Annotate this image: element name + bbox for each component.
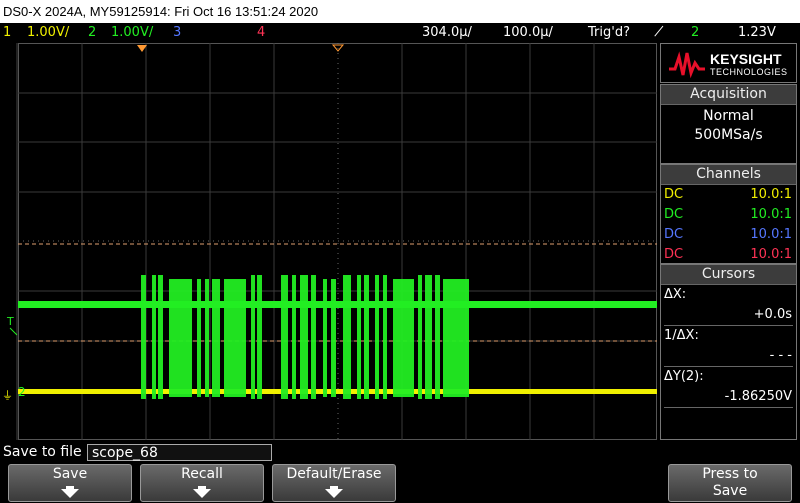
down-arrow-icon xyxy=(325,489,343,498)
trigger-level-marker: T xyxy=(6,315,14,328)
save-to-file-label: Save to file = xyxy=(3,444,98,460)
channel-row-4[interactable]: DC 10.0:1 xyxy=(661,245,796,265)
sample-rate: 500MSa/s xyxy=(694,127,763,143)
keysight-logo: KEYSIGHT TECHNOLOGIES xyxy=(660,43,797,83)
window-title: DS0-X 2024A, MY59125914: Fri Oct 16 13:5… xyxy=(0,0,800,23)
ch1-trace xyxy=(18,389,657,394)
dx-label: ΔX: xyxy=(664,287,687,302)
trigger-level[interactable]: 1.23V xyxy=(738,23,776,43)
status-bar: 1 1.00V/ 2 1.00V/ 3 4 304.0µ/ 100.0µ/ Tr… xyxy=(0,23,800,43)
save-softkey[interactable]: Save xyxy=(8,464,132,502)
acquisition-mode: Normal xyxy=(703,108,754,124)
inverse-dx-value: - - - xyxy=(769,348,792,363)
trigger-state: Trig'd? xyxy=(588,25,630,40)
ch1-scale[interactable]: 1.00V/ xyxy=(27,23,69,43)
channel-row-3[interactable]: DC 10.0:1 xyxy=(661,225,796,245)
down-arrow-icon xyxy=(61,489,79,498)
cursors-panel[interactable]: Cursors ΔX: +0.0s 1/ΔX: - - - ΔY(2): -1.… xyxy=(660,264,797,440)
channel-row-1[interactable]: DC 10.0:1 xyxy=(661,185,796,205)
trigger-channel[interactable]: 2 xyxy=(691,23,699,43)
dy-value: -1.86250V xyxy=(724,389,792,404)
ch1-number[interactable]: 1 xyxy=(3,23,11,43)
press-to-save-softkey[interactable]: Press to Save xyxy=(668,464,792,502)
delay-value[interactable]: 100.0µ/ xyxy=(503,23,553,43)
channels-header: Channels xyxy=(661,165,796,185)
brand-name: KEYSIGHT xyxy=(710,51,782,67)
ch2-scale[interactable]: 1.00V/ xyxy=(111,23,153,43)
channel-row-2[interactable]: DC 10.0:1 xyxy=(661,205,796,225)
filename-field[interactable]: scope_68 xyxy=(87,444,272,461)
keysight-wave-icon xyxy=(669,51,705,79)
dy-label: ΔY(2): xyxy=(664,369,704,384)
recall-softkey[interactable]: Recall xyxy=(140,464,264,502)
down-arrow-icon xyxy=(193,489,211,498)
acquisition-panel[interactable]: Acquisition Normal 500MSa/s xyxy=(660,84,797,164)
inverse-dx-label: 1/ΔX: xyxy=(664,328,699,343)
brand-sub: TECHNOLOGIES xyxy=(710,67,788,77)
default-erase-softkey[interactable]: Default/Erase xyxy=(272,464,396,502)
ch2-number[interactable]: 2 xyxy=(88,23,96,43)
channels-panel[interactable]: Channels DC 10.0:1 DC 10.0:1 DC 10.0:1 D… xyxy=(660,164,797,264)
waveform-display[interactable]: T 2 ⏚ xyxy=(0,43,660,442)
save-bar: Save to file = scope_68 xyxy=(0,442,800,463)
dx-value: +0.0s xyxy=(753,307,792,322)
ch2-bursts xyxy=(141,275,469,399)
ch3-number[interactable]: 3 xyxy=(173,23,181,43)
ch2-ground-marker: 2 xyxy=(18,385,26,399)
time-scale[interactable]: 304.0µ/ xyxy=(422,23,472,43)
ch1-ground-icon: ⏚ xyxy=(2,389,13,402)
ch4-number[interactable]: 4 xyxy=(257,23,265,43)
acquisition-header: Acquisition xyxy=(661,85,796,105)
cursors-header: Cursors xyxy=(661,265,796,285)
ch2-trace xyxy=(18,301,657,308)
